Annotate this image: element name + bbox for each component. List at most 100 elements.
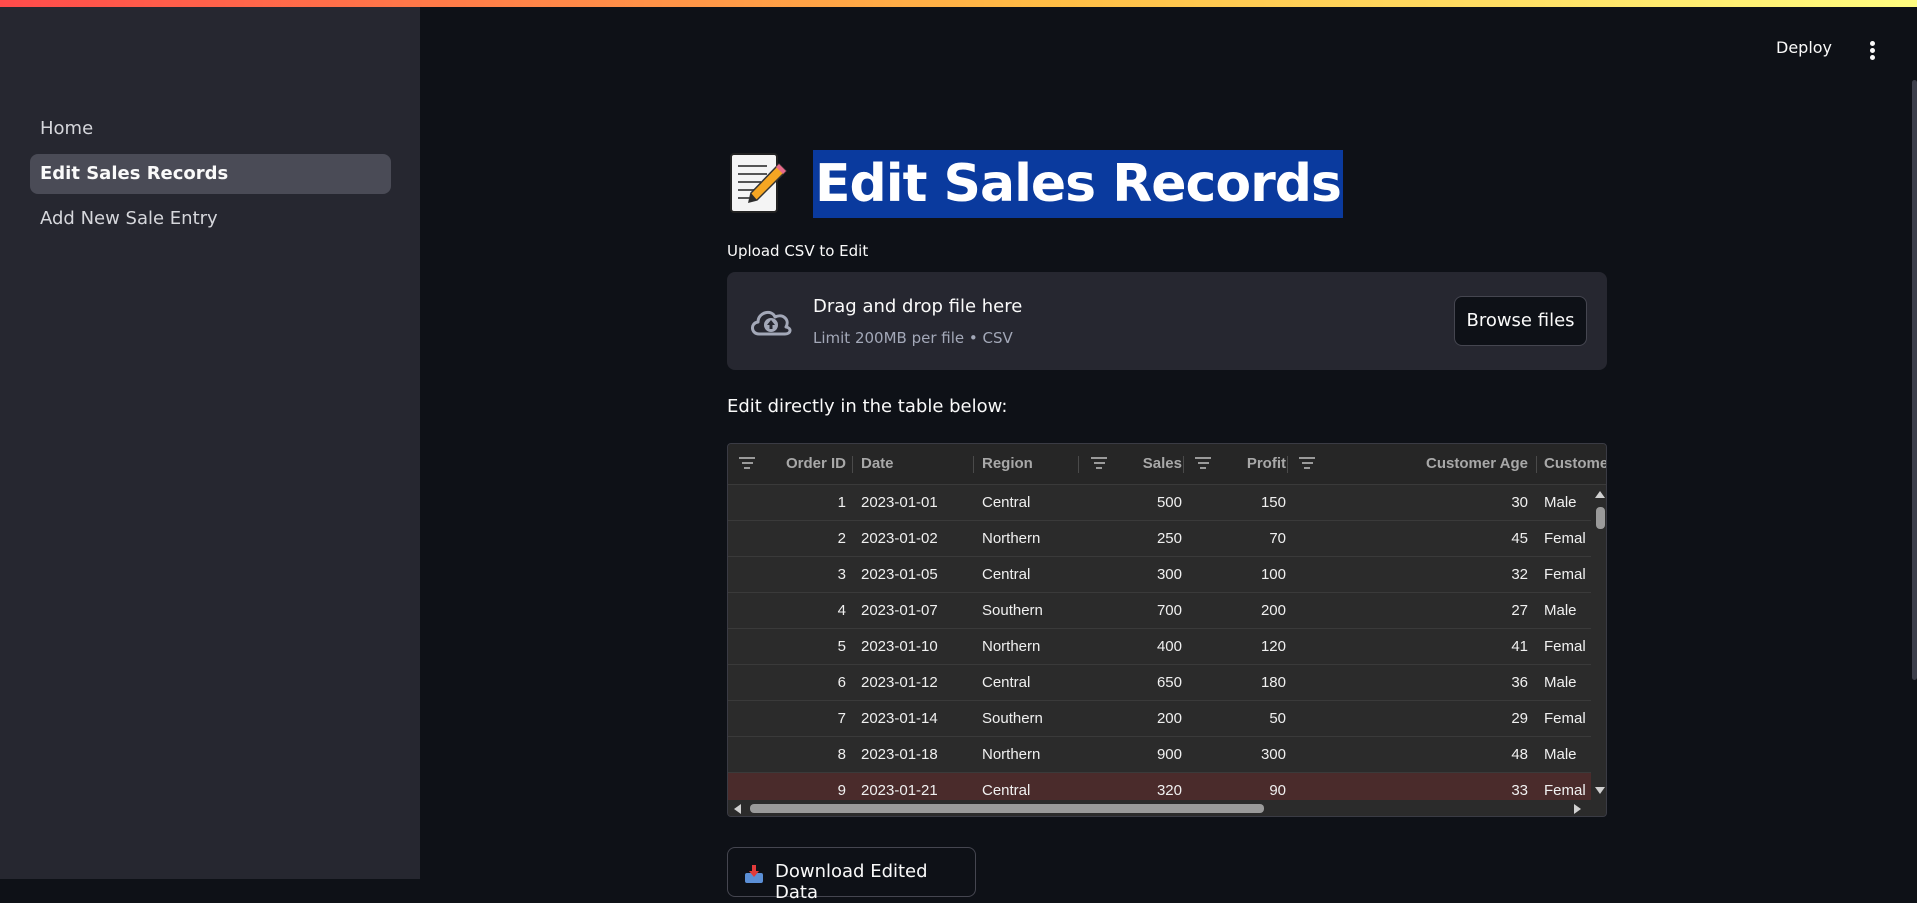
cell-order-id[interactable]: 7 <box>738 701 846 737</box>
cell-order-id[interactable]: 2 <box>738 521 846 557</box>
cell-customer-age[interactable]: 27 <box>1328 593 1528 629</box>
cell-order-id[interactable]: 1 <box>738 485 846 521</box>
table-horizontal-scrollbar[interactable] <box>728 800 1606 816</box>
file-dropzone[interactable]: Drag and drop file here Limit 200MB per … <box>727 272 1607 370</box>
sidebar-item-add-new-sale-entry[interactable]: Add New Sale Entry <box>30 199 391 239</box>
cell-customer-gender[interactable]: Femal <box>1544 701 1591 737</box>
cell-date[interactable]: 2023-01-18 <box>861 737 971 773</box>
page-title: Edit Sales Records <box>813 150 1343 218</box>
table-row[interactable]: 4 2023-01-07 Southern 700 200 27 Male <box>728 593 1591 629</box>
cell-sales[interactable]: 400 <box>1098 629 1182 665</box>
cell-region[interactable]: Northern <box>982 629 1077 665</box>
cell-date[interactable]: 2023-01-12 <box>861 665 971 701</box>
table-row[interactable]: 7 2023-01-14 Southern 200 50 29 Femal <box>728 701 1591 737</box>
cell-region[interactable]: Central <box>982 557 1077 593</box>
cloud-upload-icon <box>751 310 792 336</box>
table-row[interactable]: 6 2023-01-12 Central 650 180 36 Male <box>728 665 1591 701</box>
cell-order-id[interactable]: 4 <box>738 593 846 629</box>
cell-customer-age[interactable]: 30 <box>1328 485 1528 521</box>
cell-profit[interactable]: 70 <box>1202 521 1286 557</box>
cell-region[interactable]: Southern <box>982 701 1077 737</box>
cell-date[interactable]: 2023-01-05 <box>861 557 971 593</box>
cell-sales[interactable]: 500 <box>1098 485 1182 521</box>
filter-icon[interactable] <box>1194 457 1212 471</box>
cell-customer-age[interactable]: 32 <box>1328 557 1528 593</box>
table-vertical-scrollbar[interactable] <box>1591 485 1606 800</box>
cell-profit[interactable]: 120 <box>1202 629 1286 665</box>
cell-customer-age[interactable]: 45 <box>1328 521 1528 557</box>
sidebar: Home Edit Sales Records Add New Sale Ent… <box>0 7 420 879</box>
column-header-region[interactable]: Region <box>982 444 1062 484</box>
cell-order-id[interactable]: 8 <box>738 737 846 773</box>
dropzone-limit-text: Limit 200MB per file • CSV <box>813 329 1013 347</box>
dropzone-title: Drag and drop file here <box>813 296 1023 317</box>
vertical-scroll-thumb[interactable] <box>1596 507 1605 529</box>
cell-profit[interactable]: 180 <box>1202 665 1286 701</box>
cell-region[interactable]: Northern <box>982 737 1077 773</box>
cell-sales[interactable]: 700 <box>1098 593 1182 629</box>
cell-profit[interactable]: 50 <box>1202 701 1286 737</box>
scroll-down-arrow-icon[interactable] <box>1595 787 1605 794</box>
cell-profit[interactable]: 300 <box>1202 737 1286 773</box>
sidebar-item-home[interactable]: Home <box>30 109 391 149</box>
cell-date[interactable]: 2023-01-01 <box>861 485 971 521</box>
cell-sales[interactable]: 650 <box>1098 665 1182 701</box>
scroll-up-arrow-icon[interactable] <box>1595 491 1605 498</box>
cell-sales[interactable]: 200 <box>1098 701 1182 737</box>
browse-files-button[interactable]: Browse files <box>1454 296 1587 346</box>
cell-date[interactable]: 2023-01-14 <box>861 701 971 737</box>
column-header-customer-gender[interactable]: Custome <box>1544 444 1606 484</box>
cell-order-id[interactable]: 5 <box>738 629 846 665</box>
horizontal-scroll-thumb[interactable] <box>750 804 1264 813</box>
cell-sales[interactable]: 300 <box>1098 557 1182 593</box>
cell-region[interactable]: Central <box>982 485 1077 521</box>
cell-customer-age[interactable]: 41 <box>1328 629 1528 665</box>
filter-icon[interactable] <box>1090 457 1108 471</box>
main-scrollbar[interactable] <box>1912 80 1917 680</box>
cell-region[interactable]: Central <box>982 665 1077 701</box>
cell-customer-age[interactable]: 36 <box>1328 665 1528 701</box>
cell-sales[interactable]: 900 <box>1098 737 1182 773</box>
cell-customer-age[interactable]: 48 <box>1328 737 1528 773</box>
cell-customer-gender[interactable]: Male <box>1544 485 1591 521</box>
table-row[interactable]: 8 2023-01-18 Northern 900 300 48 Male <box>728 737 1591 773</box>
cell-customer-age[interactable]: 29 <box>1328 701 1528 737</box>
column-header-profit[interactable]: Profit <box>1216 444 1286 484</box>
column-header-order-id[interactable]: Order ID <box>760 444 846 484</box>
table-row[interactable]: 2 2023-01-02 Northern 250 70 45 Femal <box>728 521 1591 557</box>
download-edited-data-button[interactable]: Download Edited Data <box>727 847 976 903</box>
cell-profit[interactable]: 100 <box>1202 557 1286 593</box>
filter-icon[interactable] <box>738 457 756 471</box>
top-decoration-bar <box>0 0 1917 7</box>
cell-order-id[interactable]: 6 <box>738 665 846 701</box>
cell-customer-gender[interactable]: Male <box>1544 737 1591 773</box>
cell-region[interactable]: Southern <box>982 593 1077 629</box>
table-row[interactable]: 5 2023-01-10 Northern 400 120 41 Femal <box>728 629 1591 665</box>
column-header-customer-age[interactable]: Customer Age <box>1328 444 1528 484</box>
scroll-right-arrow-icon[interactable] <box>1574 804 1581 814</box>
kebab-menu-icon[interactable] <box>1862 40 1882 62</box>
cell-profit[interactable]: 200 <box>1202 593 1286 629</box>
cell-customer-gender[interactable]: Femal <box>1544 557 1591 593</box>
cell-order-id[interactable]: 3 <box>738 557 846 593</box>
cell-customer-gender[interactable]: Male <box>1544 665 1591 701</box>
cell-profit[interactable]: 150 <box>1202 485 1286 521</box>
edit-instructions: Edit directly in the table below: <box>727 396 1008 417</box>
scroll-left-arrow-icon[interactable] <box>734 804 741 814</box>
sidebar-item-edit-sales-records[interactable]: Edit Sales Records <box>30 154 391 194</box>
column-header-date[interactable]: Date <box>861 444 971 484</box>
column-header-sales[interactable]: Sales <box>1112 444 1182 484</box>
cell-customer-gender[interactable]: Femal <box>1544 629 1591 665</box>
filter-icon[interactable] <box>1298 457 1316 471</box>
cell-date[interactable]: 2023-01-10 <box>861 629 971 665</box>
cell-sales[interactable]: 250 <box>1098 521 1182 557</box>
table-row[interactable]: 3 2023-01-05 Central 300 100 32 Femal <box>728 557 1591 593</box>
cell-customer-gender[interactable]: Femal <box>1544 521 1591 557</box>
cell-customer-gender[interactable]: Male <box>1544 593 1591 629</box>
table-row[interactable]: 1 2023-01-01 Central 500 150 30 Male <box>728 485 1591 521</box>
cell-date[interactable]: 2023-01-07 <box>861 593 971 629</box>
deploy-button[interactable]: Deploy <box>1776 38 1832 57</box>
cell-region[interactable]: Northern <box>982 521 1077 557</box>
data-editor-table[interactable]: Order ID Date Region Sales Profit Custom… <box>727 443 1607 817</box>
cell-date[interactable]: 2023-01-02 <box>861 521 971 557</box>
